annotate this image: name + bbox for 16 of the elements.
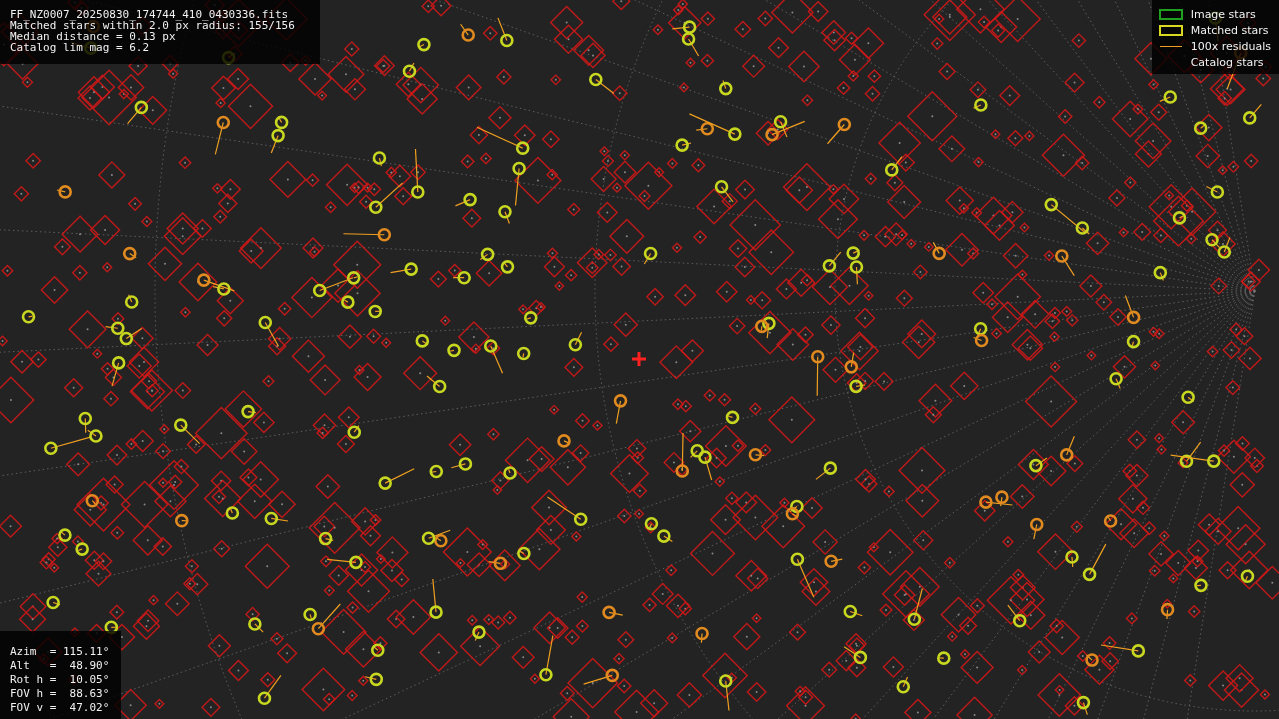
legend-label: Matched stars	[1190, 24, 1269, 36]
pointing-text: Azim = 115.11°	[10, 645, 110, 659]
info-text: Median distance = 0.13 px	[10, 31, 176, 42]
info-text: Matched stars within 2.0 px radius: 155/156	[10, 20, 296, 31]
pointing-text: Rot h = 10.05°	[10, 673, 110, 687]
pointing-text: FOV h = 88.63°	[10, 687, 110, 701]
info-text: FF_NZ0007_20250830_174744_410_0430336.fits	[10, 9, 290, 20]
rectangle-icon	[1158, 8, 1183, 20]
pointing-text: Alt = 48.90°	[10, 659, 110, 673]
legend-label: 100x residuals	[1190, 40, 1271, 52]
legend-label: Image stars	[1190, 8, 1256, 20]
legend-label: Catalog stars	[1190, 56, 1264, 68]
rectangle-icon	[1158, 24, 1183, 36]
info-text: Catalog lim mag = 6.2	[10, 42, 151, 53]
pointing-text: FOV v = 47.02°	[10, 701, 110, 715]
line-icon	[1159, 45, 1182, 47]
